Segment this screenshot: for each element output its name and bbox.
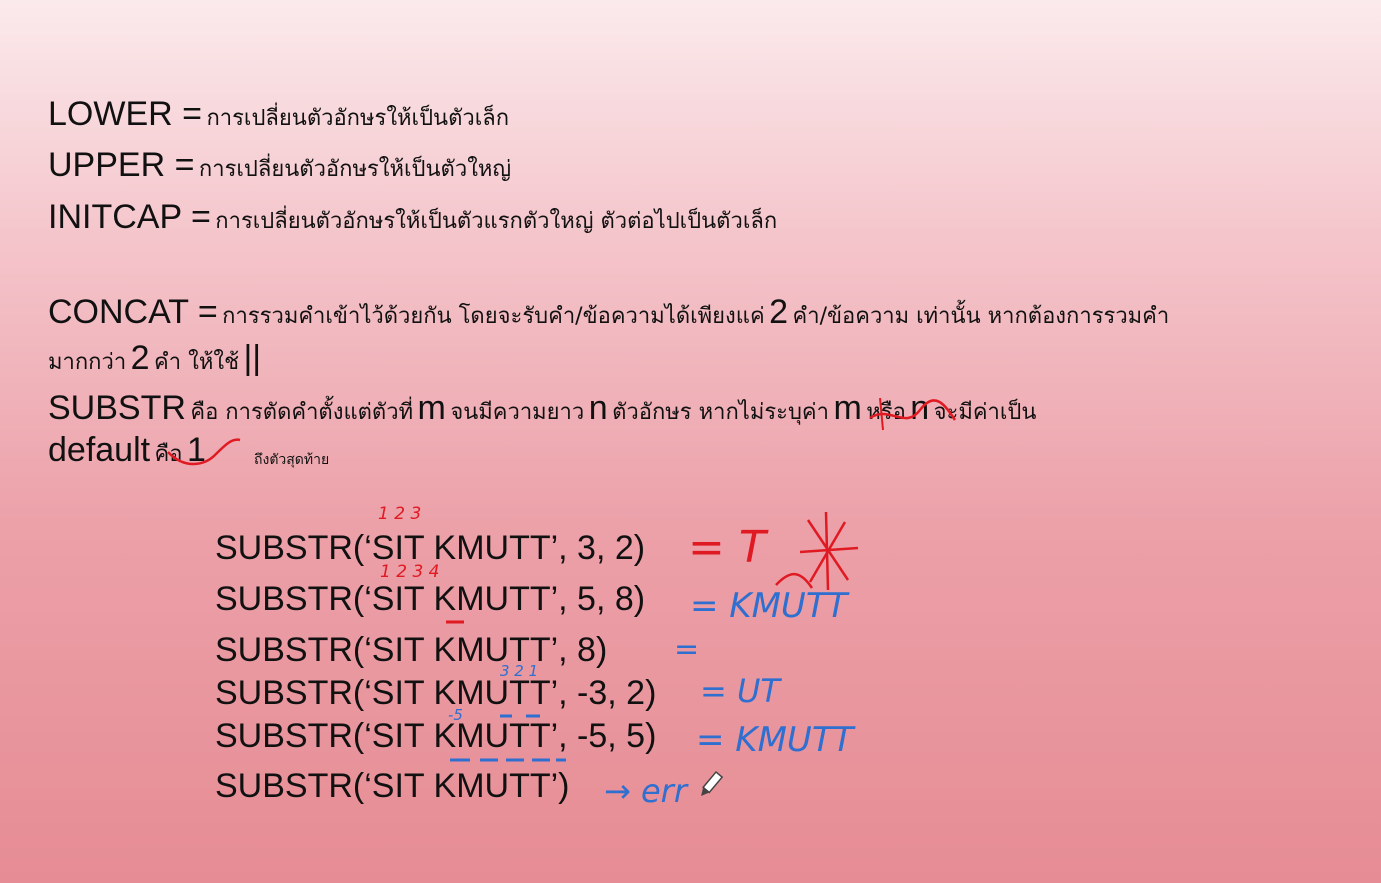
substr-default-word: default bbox=[48, 431, 151, 469]
pencil-icon bbox=[701, 770, 724, 797]
def-substr: SUBSTR คือ การตัดคำตั้งแต่ตัวที่ m จนมีค… bbox=[48, 389, 1037, 427]
desc-upper: การเปลี่ยนตัวอักษรให้เป็นตัวใหญ่ bbox=[198, 157, 512, 182]
slide: LOWER = การเปลี่ยนตัวอักษรให้เป็นตัวเล็ก… bbox=[0, 0, 1381, 883]
concat-num-b: 2 bbox=[130, 339, 150, 377]
example-5: SUBSTR(‘SIT KMUTT’, -5, 5) bbox=[215, 717, 657, 755]
substr-desc-a: คือ การตัดคำตั้งแต่ตัวที่ bbox=[190, 400, 414, 425]
answer-5: = KMUTT bbox=[696, 720, 854, 760]
substr-desc-b: จนมีความยาว bbox=[450, 400, 585, 425]
example-6: SUBSTR(‘SIT KMUTT’) bbox=[215, 767, 570, 805]
substr-n2: n bbox=[910, 389, 930, 427]
count-annotation-c: 3 2 1 bbox=[500, 662, 539, 680]
substr-note: ถึงตัวสุดท้าย bbox=[254, 452, 330, 468]
substr-desc-c: ตัวอักษร หากไม่ระบุค่า bbox=[612, 400, 830, 425]
answer-4: = UT bbox=[700, 672, 780, 710]
count-annotation-d: -5 bbox=[448, 706, 463, 724]
def-substr-default: default คือ 1 bbox=[48, 431, 206, 469]
term-initcap: INITCAP = bbox=[48, 198, 211, 236]
term-concat: CONCAT = bbox=[48, 293, 218, 331]
substr-m: m bbox=[417, 389, 446, 427]
count-annotation-b: 1 2 3 4 bbox=[380, 562, 440, 582]
desc-initcap: การเปลี่ยนตัวอักษรให้เป็นตัวแรกตัวใหญ่ ต… bbox=[215, 209, 778, 234]
concat-desc-d: คำ ให้ใช้ bbox=[154, 350, 240, 375]
substr-default-val: 1 bbox=[186, 431, 206, 469]
answer-2: = KMUTT bbox=[690, 586, 848, 626]
desc-lower: การเปลี่ยนตัวอักษรให้เป็นตัวเล็ก bbox=[206, 106, 510, 131]
def-concat: CONCAT = การรวมคำเข้าไว้ด้วยกัน โดยจะรับ… bbox=[48, 293, 1170, 331]
answer-1: = T bbox=[688, 522, 766, 573]
concat-op: || bbox=[243, 339, 262, 377]
substr-desc-d: จะมีค่าเป็น bbox=[933, 400, 1037, 425]
count-annotation-a: 1 2 3 bbox=[378, 504, 422, 524]
star-mark bbox=[799, 511, 859, 591]
def-concat-cont: มากกว่า 2 คำ ให้ใช้ || bbox=[48, 339, 262, 377]
concat-desc-b: คำ/ข้อความ เท่านั้น หากต้องการรวมคำ bbox=[792, 304, 1170, 329]
term-lower: LOWER = bbox=[48, 95, 202, 133]
example-3: SUBSTR(‘SIT KMUTT’, 8) bbox=[215, 631, 608, 669]
substr-m2: m bbox=[833, 389, 862, 427]
substr-n: n bbox=[588, 389, 608, 427]
example-2: SUBSTR(‘SIT KMUTT’, 5, 8) bbox=[215, 580, 646, 618]
concat-num-a: 2 bbox=[769, 293, 789, 331]
substr-or: หรือ bbox=[866, 400, 906, 425]
answer-6: → err bbox=[604, 772, 687, 810]
answer-3: = bbox=[674, 632, 700, 667]
def-upper: UPPER = การเปลี่ยนตัวอักษรให้เป็นตัวใหญ่ bbox=[48, 146, 512, 184]
term-upper: UPPER = bbox=[48, 146, 195, 184]
term-substr: SUBSTR bbox=[48, 389, 186, 427]
def-initcap: INITCAP = การเปลี่ยนตัวอักษรให้เป็นตัวแร… bbox=[48, 198, 778, 236]
concat-desc-c: มากกว่า bbox=[48, 350, 127, 375]
concat-desc-a: การรวมคำเข้าไว้ด้วยกัน โดยจะรับคำ/ข้อควา… bbox=[222, 304, 765, 329]
example-4: SUBSTR(‘SIT KMUTT’, -3, 2) bbox=[215, 674, 657, 712]
substr-is: คือ bbox=[154, 442, 183, 467]
def-lower: LOWER = การเปลี่ยนตัวอักษรให้เป็นตัวเล็ก bbox=[48, 95, 510, 133]
